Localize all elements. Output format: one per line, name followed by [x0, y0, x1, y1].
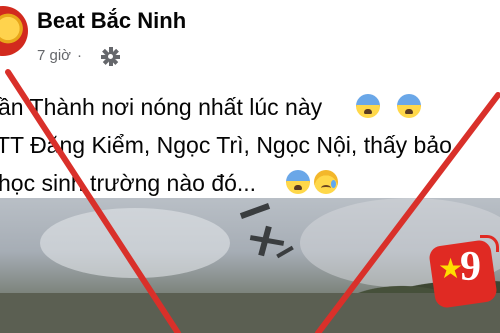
- meta-separator: ·: [77, 47, 83, 64]
- page-name[interactable]: Beat Bắc Ninh: [37, 8, 186, 34]
- page-avatar[interactable]: [0, 6, 28, 56]
- post-line-2-text: TT Đăng Kiểm, Ngọc Trì, Ngọc Nội, thấy b…: [0, 132, 452, 158]
- post-line-3: học sinh trường nào đó...: [0, 164, 500, 202]
- gear-icon-center: [108, 54, 113, 59]
- photo-cloud: [40, 208, 230, 278]
- fearful-face-icon: [397, 94, 421, 118]
- post-line-1: ần Thành nơi nóng nhất lúc này: [0, 88, 500, 126]
- post-meta: 7 giờ ·: [37, 47, 88, 64]
- post-line-1-text: ần Thành nơi nóng nhất lúc này: [0, 94, 323, 120]
- post-header: Beat Bắc Ninh 7 giờ ·: [0, 0, 500, 80]
- logo-number: 9: [460, 244, 481, 290]
- sad-relieved-face-icon: [314, 170, 338, 194]
- post-time[interactable]: 7 giờ: [37, 47, 71, 64]
- fearful-face-icon: [286, 170, 310, 194]
- photo-ground: [0, 293, 500, 333]
- post-photo[interactable]: [0, 198, 500, 333]
- fearful-face-icon: [356, 94, 380, 118]
- post-line-3-text: học sinh trường nào đó...: [0, 170, 257, 196]
- photo-debris: [210, 198, 300, 278]
- channel-logo-watermark: ★ 9: [427, 235, 500, 310]
- post-body: ần Thành nơi nóng nhất lúc này TT Đăng K…: [0, 88, 500, 202]
- signal-wave-icon: [480, 235, 499, 252]
- post-line-2: TT Đăng Kiểm, Ngọc Trì, Ngọc Nội, thấy b…: [0, 126, 500, 164]
